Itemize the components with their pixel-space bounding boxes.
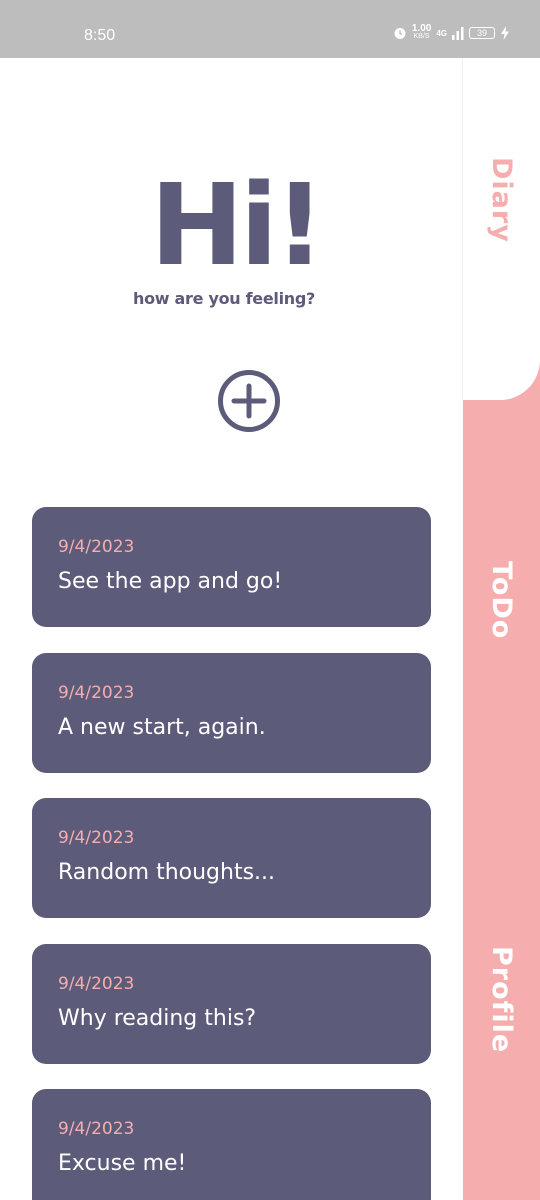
network-type: 4G <box>436 28 447 38</box>
diary-entry-card[interactable]: 9/4/2023 Excuse me! <box>32 1089 431 1200</box>
entry-date: 9/4/2023 <box>58 828 135 848</box>
entry-date: 9/4/2023 <box>58 537 135 557</box>
status-bar: 8:50 1.00 KB/S 4G 39 <box>0 0 540 58</box>
add-entry-button[interactable] <box>217 369 281 433</box>
entry-title: Random thoughts... <box>58 860 276 885</box>
signal-icon <box>452 27 464 40</box>
greeting-subheading: how are you feeling? <box>133 289 315 308</box>
tab-diary-label: Diary <box>486 157 517 243</box>
status-time: 8:50 <box>84 27 116 44</box>
tab-diary[interactable]: Diary <box>463 120 540 280</box>
entry-title: A new start, again. <box>58 715 266 740</box>
battery-level: 39 <box>476 28 487 38</box>
alarm-icon <box>394 28 406 39</box>
diary-entry-card[interactable]: 9/4/2023 Random thoughts... <box>32 798 431 918</box>
entry-title: See the app and go! <box>58 569 283 594</box>
diary-entry-card[interactable]: 9/4/2023 Why reading this? <box>32 944 431 1064</box>
diary-entry-card[interactable]: 9/4/2023 A new start, again. <box>32 653 431 773</box>
status-icons: 1.00 KB/S 4G 39 <box>393 23 510 41</box>
entry-date: 9/4/2023 <box>58 683 135 703</box>
entry-date: 9/4/2023 <box>58 1119 135 1139</box>
tab-todo-label: ToDo <box>486 560 517 640</box>
plus-circle-icon <box>218 370 280 432</box>
tab-profile-label: Profile <box>486 946 517 1054</box>
battery-icon: 39 <box>469 27 495 39</box>
charging-bolt-icon <box>501 26 509 40</box>
tab-profile[interactable]: Profile <box>463 920 540 1080</box>
entry-date: 9/4/2023 <box>58 974 135 994</box>
greeting-headline: Hi! <box>150 161 325 291</box>
net-speed-value: 1.00 <box>411 23 432 34</box>
entry-title: Why reading this? <box>58 1006 257 1031</box>
diary-entry-card[interactable]: 9/4/2023 See the app and go! <box>32 507 431 627</box>
net-speed: 1.00 KB/S <box>411 23 432 41</box>
net-speed-unit: KB/S <box>413 33 430 40</box>
entry-title: Excuse me! <box>58 1151 187 1176</box>
tab-todo[interactable]: ToDo <box>463 520 540 680</box>
